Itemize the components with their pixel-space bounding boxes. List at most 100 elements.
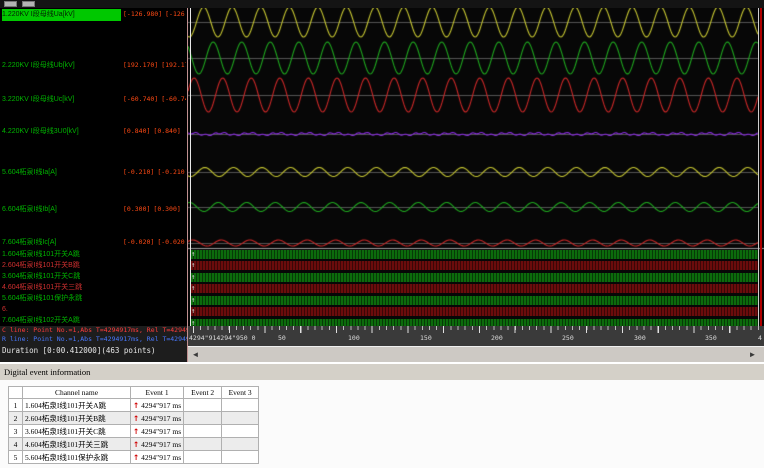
row-event2: [183, 411, 223, 425]
rising-edge-icon: ↑: [191, 273, 196, 281]
cursor-value-2: [-126.980]: [165, 10, 186, 18]
cursor-value-1: [0.300]: [123, 205, 151, 213]
row-index: 5: [8, 450, 23, 464]
scroll-left-button[interactable]: ◄: [190, 349, 201, 360]
digital-status-bar: ↑: [190, 250, 758, 259]
cursor-value-2: [-0.020]: [157, 238, 186, 246]
table-header-row: Channel name Event 1 Event 2 Event 3: [8, 386, 260, 399]
row-channel-name: 2.604柘泉I线101开关B跳: [22, 411, 131, 425]
header-channel: Channel name: [22, 386, 131, 399]
digital-event-panel: Channel name Event 1 Event 2 Event 3 1 1…: [0, 380, 764, 468]
table-row[interactable]: 5 5.604柘泉I线101保护永跳 ↑ 4294"917 ms: [8, 450, 260, 464]
event-rise-icon: ↑: [133, 413, 140, 423]
rising-edge-icon: ↑: [191, 319, 196, 326]
cursor-value-1: [-0.210]: [123, 168, 155, 176]
event-rise-icon: ↑: [133, 439, 140, 449]
rising-edge-icon: ↑: [191, 261, 196, 269]
time-ruler[interactable]: 4294"914294"950 0 50 100 150 200 250 300…: [188, 326, 764, 346]
row-event3: [221, 437, 260, 451]
digital-channel-label: 5.604柘泉I线101保护永跳: [2, 295, 83, 302]
event1-time: 4294"917 ms: [141, 452, 182, 462]
digital-channel-row[interactable]: 6.: [2, 305, 187, 315]
analog-channel-row[interactable]: 4.220KV I段母线3U0[kV] [0.840] [0.840]: [2, 126, 187, 138]
row-event1: ↑ 4294"917 ms: [129, 424, 185, 438]
rising-edge-icon: ↑: [191, 284, 196, 292]
row-event1: ↑ 4294"917 ms: [129, 398, 185, 412]
cursor-value-2: [0.840]: [153, 127, 181, 135]
analog-channel-row[interactable]: 7.604柘泉I线Ic[A] [-0.020] [-0.020]: [2, 237, 187, 249]
waveform-area[interactable]: ↑ ↑ ↑ ↑ ↑ ↑ ↑: [188, 8, 764, 326]
analog-channel-label: 2.220KV I段母线Ub[kV]: [2, 62, 75, 69]
row-index: 1: [8, 398, 23, 412]
digital-status-bar: ↑: [190, 273, 758, 282]
rising-edge-icon: ↑: [191, 296, 196, 304]
digital-channel-row[interactable]: 7.604柘泉I线102开关A跳: [2, 316, 187, 326]
ruler-label: 250: [562, 334, 574, 342]
fault-recorder-window: 1.220KV I段母线Ua[kV] [-126.980][-126.980] …: [0, 0, 764, 468]
rising-edge-icon: ↑: [191, 250, 196, 258]
analog-channel-row[interactable]: 5.604柘泉I线Ia[A] [-0.210] [-0.210]: [2, 167, 187, 179]
cursor-value-2: [-0.210]: [157, 168, 186, 176]
analog-channel-label: 4.220KV I段母线3U0[kV]: [2, 128, 79, 135]
analog-channel-label: 1.220KV I段母线Ua[kV]: [2, 9, 121, 21]
row-event3: [221, 398, 260, 412]
row-event1: ↑ 4294"917 ms: [129, 450, 185, 464]
table-row[interactable]: 3 3.604柘泉I线101开关C跳 ↑ 4294"917 ms: [8, 424, 260, 438]
analog-channel-label: 7.604柘泉I线Ic[A]: [2, 239, 57, 246]
row-event3: [221, 450, 260, 464]
toolbar-button[interactable]: [22, 1, 35, 7]
row-event2: [183, 450, 223, 464]
row-event2: [183, 437, 223, 451]
row-event2: [183, 424, 223, 438]
analog-channel-row[interactable]: 6.604柘泉I线Ib[A] [0.300] [0.300]: [2, 204, 187, 216]
digital-channel-label: 6.: [2, 306, 8, 313]
row-index: 3: [8, 424, 23, 438]
table-row[interactable]: 4 4.604柘泉I线101开关三跳 ↑ 4294"917 ms: [8, 437, 260, 451]
analog-channel-label: 6.604柘泉I线Ib[A]: [2, 206, 57, 213]
scroll-right-button[interactable]: ►: [747, 349, 758, 360]
c-cursor-status: C line: Point No.=1,Abs T=4294917ms, Rel…: [2, 326, 187, 334]
ruler-label: 200: [491, 334, 503, 342]
channel-list-panel: 1.220KV I段母线Ua[kV] [-126.980][-126.980] …: [0, 8, 188, 362]
digital-channel-row[interactable]: 1.604柘泉I线101开关A跳: [2, 250, 187, 260]
digital-channel-label: 4.604柘泉I线101开关三跳: [2, 284, 83, 291]
analog-channel-row-selected[interactable]: 1.220KV I段母线Ua[kV] [-126.980][-126.980]: [2, 9, 187, 21]
digital-status-bar: ↑: [190, 261, 758, 270]
digital-event-table: Channel name Event 1 Event 2 Event 3 1 1…: [8, 386, 260, 464]
r-cursor-status: R line: Point No.=1,Abs T=4294917ms, Rel…: [2, 335, 187, 343]
toolbar-button[interactable]: [4, 1, 17, 7]
top-toolbar: [0, 0, 764, 8]
digital-channel-label: 1.604柘泉I线101开关A跳: [2, 251, 80, 258]
cursor-value-2: [-60.740]: [161, 95, 186, 103]
digital-channel-label: 2.604柘泉I线101开关B跳: [2, 262, 80, 269]
ruler-label: 4: [758, 334, 762, 342]
analog-channel-label: 3.220KV I段母线Uc[kV]: [2, 96, 75, 103]
time-cursor-line[interactable]: [190, 8, 191, 326]
ruler-label: 4294"914294"950 0: [189, 334, 256, 342]
table-row[interactable]: 2 2.604柘泉I线101开关B跳 ↑ 4294"917 ms: [8, 411, 260, 425]
cursor-value-1: [-60.740]: [123, 95, 159, 103]
ruler-label: 300: [634, 334, 646, 342]
row-event3: [221, 411, 260, 425]
digital-channel-row[interactable]: 3.604柘泉I线101开关C跳: [2, 272, 187, 282]
header-index: [8, 386, 23, 399]
digital-channel-row[interactable]: 4.604柘泉I线101开关三跳: [2, 283, 187, 293]
analog-channel-row[interactable]: 2.220KV I段母线Ub[kV] [192.170][192.170]: [2, 60, 187, 72]
analog-channel-row[interactable]: 3.220KV I段母线Uc[kV] [-60.740][-60.740]: [2, 94, 187, 106]
row-event2: [183, 398, 223, 412]
row-event3: [221, 424, 260, 438]
event-rise-icon: ↑: [133, 400, 140, 410]
row-channel-name: 1.604柘泉I线101开关A跳: [22, 398, 131, 412]
data-end-divider: [758, 8, 759, 326]
digital-channel-row[interactable]: 2.604柘泉I线101开关B跳: [2, 261, 187, 271]
digital-channel-row[interactable]: 5.604柘泉I线101保护永跳: [2, 294, 187, 304]
digital-status-bar: ↑: [190, 284, 758, 293]
analog-channel-label: 5.604柘泉I线Ia[A]: [2, 169, 57, 176]
horizontal-scrollbar[interactable]: ◄ ►: [188, 346, 764, 362]
table-row[interactable]: 1 1.604柘泉I线101开关A跳 ↑ 4294"917 ms: [8, 398, 260, 412]
cursor-value-1: [-0.020]: [123, 238, 155, 246]
ruler-label: 350: [705, 334, 717, 342]
row-index: 2: [8, 411, 23, 425]
cursor-value-2: [0.300]: [153, 205, 181, 213]
row-channel-name: 5.604柘泉I线101保护永跳: [22, 450, 131, 464]
